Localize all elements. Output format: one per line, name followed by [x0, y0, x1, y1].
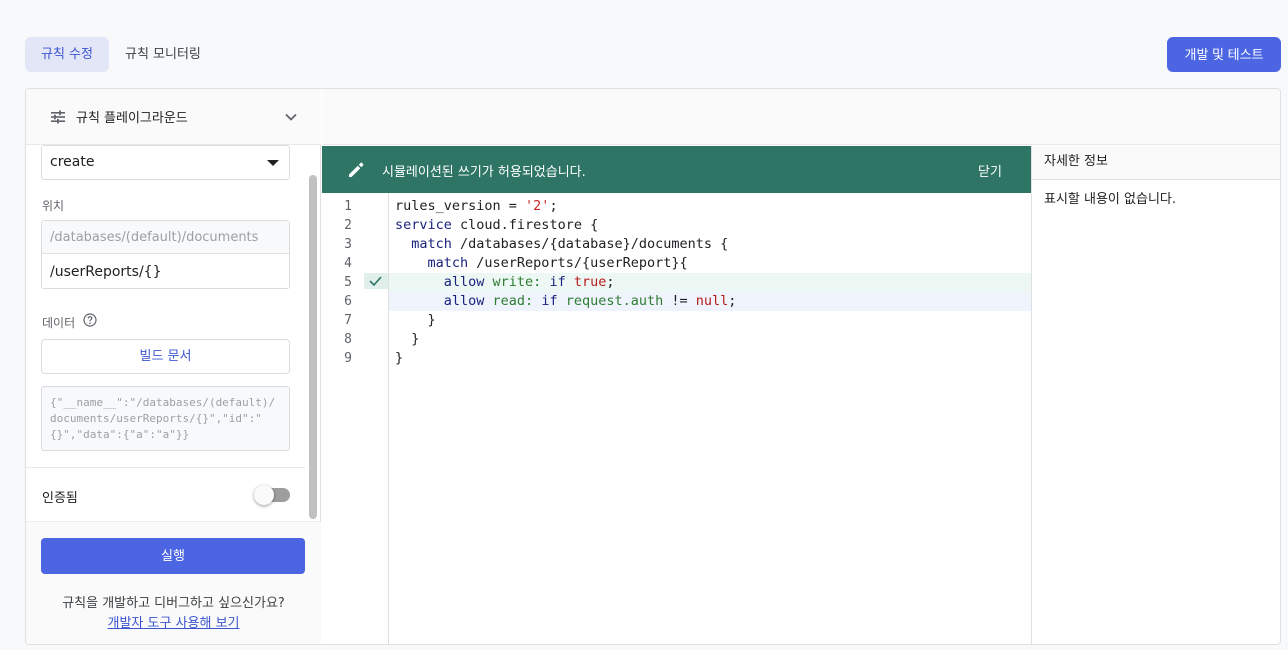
banner-close-button[interactable]: 닫기	[978, 161, 1002, 180]
run-button[interactable]: 실행	[41, 538, 305, 574]
location-path-input[interactable]: /userReports/{}	[42, 255, 289, 289]
line-number: 3	[344, 237, 352, 252]
operation-select[interactable]: create	[41, 145, 290, 180]
code-line: match /userReports/{userReport}{	[395, 255, 688, 271]
scrollbar-thumb[interactable]	[309, 175, 317, 519]
tab-rules-monitoring[interactable]: 규칙 모니터링	[109, 37, 217, 72]
code-line: service cloud.firestore {	[395, 217, 599, 233]
dev-test-button[interactable]: 개발 및 테스트	[1167, 37, 1281, 72]
dropdown-arrow-icon	[267, 160, 279, 166]
line-number: 4	[344, 256, 352, 271]
line-number: 5	[344, 275, 352, 290]
playground-footer: 실행 규칙을 개발하고 디버그하고 싶으신가요? 개발자 도구 사용해 보기	[26, 521, 321, 644]
top-bar: 규칙 수정 규칙 모니터링 개발 및 테스트	[0, 0, 1288, 88]
dev-tools-link[interactable]: 개발자 도구 사용해 보기	[26, 612, 321, 631]
playground-header[interactable]: 규칙 플레이그라운드	[26, 89, 321, 145]
simulation-result-banner: 시뮬레이션된 쓰기가 허용되었습니다. 닫기	[322, 146, 1031, 193]
divider	[26, 467, 305, 468]
location-path-box: /databases/(default)/documents /userRepo…	[41, 220, 290, 289]
rules-code-editor[interactable]: 1 2 3 4 5 6 7 8 9 rules_version = '2'; service cl…	[322, 193, 1031, 644]
line-number: 8	[344, 332, 352, 347]
line-number: 6	[344, 294, 352, 309]
line-number: 7	[344, 313, 352, 328]
build-document-button[interactable]: 빌드 문서	[41, 339, 290, 374]
toggle-knob	[254, 485, 274, 505]
help-icon[interactable]	[83, 313, 97, 327]
line-number: 2	[344, 218, 352, 233]
location-label: 위치	[42, 199, 65, 213]
line-number: 1	[344, 199, 352, 214]
operation-select-value: create	[50, 154, 95, 170]
code-line: allow read: if request.auth != null;	[395, 293, 737, 309]
tab-edit-rules[interactable]: 규칙 수정	[25, 37, 109, 72]
details-panel: 자세한 정보 표시할 내용이 없습니다.	[1031, 146, 1280, 644]
details-empty-message: 표시할 내용이 없습니다.	[1044, 192, 1176, 207]
allowed-check-marker	[364, 273, 388, 289]
authenticated-label: 인증됨	[42, 491, 78, 506]
code-line: }	[395, 312, 436, 328]
tune-icon	[51, 110, 65, 124]
code-line: rules_version = '2';	[395, 198, 558, 214]
playground-title: 규칙 플레이그라운드	[76, 111, 188, 126]
rules-card: 규칙 플레이그라운드 create 위치 /databases/(default…	[25, 88, 1281, 645]
editor-toolbar	[322, 89, 1280, 145]
code-line: }	[395, 350, 404, 366]
rules-playground-panel: 규칙 플레이그라운드 create 위치 /databases/(default…	[26, 89, 321, 644]
code-line: allow write: if true;	[395, 274, 615, 290]
data-label: 데이터	[42, 316, 76, 330]
authenticated-toggle[interactable]	[254, 485, 290, 505]
pencil-icon	[349, 162, 364, 177]
check-icon	[369, 276, 382, 287]
code-line: match /databases/{database}/documents {	[395, 236, 729, 252]
banner-message: 시뮬레이션된 쓰기가 허용되었습니다.	[382, 165, 586, 180]
location-path-prefix: /databases/(default)/documents	[42, 221, 289, 254]
chevron-down-icon[interactable]	[283, 109, 299, 125]
dev-tools-hint: 규칙을 개발하고 디버그하고 싶으신가요?	[62, 596, 285, 611]
line-number: 9	[344, 351, 352, 366]
details-title: 자세한 정보	[1032, 146, 1280, 180]
playground-scroll-area: create 위치 /databases/(default)/documents…	[26, 145, 321, 521]
document-json-preview: {"__name__":"/databases/(default)/docume…	[41, 386, 290, 451]
code-line: }	[395, 331, 420, 347]
